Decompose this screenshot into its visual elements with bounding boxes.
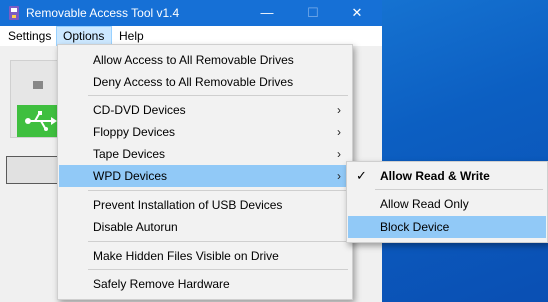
menu-options[interactable]: Options [56, 26, 112, 46]
menu-item-show-hidden-files[interactable]: Make Hidden Files Visible on Drive [59, 245, 351, 267]
menu-item-label: Deny Access to All Removable Drives [93, 75, 294, 89]
menu-item-label: Tape Devices [93, 147, 166, 161]
usb-device-icon [17, 105, 59, 137]
menu-separator [88, 269, 348, 270]
menu-item-prevent-usb-install[interactable]: Prevent Installation of USB Devices [59, 194, 351, 216]
action-button[interactable] [6, 156, 62, 184]
usb-port-icon [33, 81, 43, 89]
menu-item-floppy[interactable]: Floppy Devices › [59, 121, 351, 143]
usb-device-card[interactable] [10, 60, 60, 138]
close-button[interactable]: ✕ [334, 0, 380, 26]
chevron-right-icon: › [337, 169, 341, 183]
menu-item-wpd[interactable]: WPD Devices › [59, 165, 351, 187]
menu-item-label: Floppy Devices [93, 125, 176, 139]
submenu-item-label: Block Device [380, 220, 450, 234]
menu-item-label: Disable Autorun [93, 220, 178, 234]
menu-separator [88, 241, 348, 242]
chevron-right-icon: › [337, 147, 341, 161]
menu-item-label: Allow Access to All Removable Drives [93, 53, 294, 67]
menu-item-label: Prevent Installation of USB Devices [93, 198, 283, 212]
checkmark-icon: ✓ [356, 168, 367, 183]
maximize-button[interactable]: ☐ [290, 0, 336, 26]
minimize-button[interactable]: — [244, 0, 290, 26]
wpd-submenu: ✓ Allow Read & Write Allow Read Only Blo… [346, 161, 548, 243]
menu-settings[interactable]: Settings [2, 26, 57, 46]
submenu-item-allow-read-only[interactable]: Allow Read Only [348, 193, 546, 215]
menu-item-label: Make Hidden Files Visible on Drive [93, 249, 279, 263]
title-bar[interactable]: Removable Access Tool v1.4 — ☐ ✕ [0, 0, 382, 26]
window-title: Removable Access Tool v1.4 [26, 6, 180, 20]
submenu-item-label: Allow Read & Write [380, 169, 490, 183]
menu-item-label: CD-DVD Devices [93, 103, 186, 117]
menu-separator [88, 190, 348, 191]
menu-item-tape[interactable]: Tape Devices › [59, 143, 351, 165]
submenu-item-label: Allow Read Only [380, 197, 469, 211]
menu-bar: Settings Options Help [0, 26, 382, 46]
chevron-right-icon: › [337, 125, 341, 139]
menu-item-allow-all[interactable]: Allow Access to All Removable Drives [59, 49, 351, 71]
menu-help[interactable]: Help [113, 26, 150, 46]
menu-item-disable-autorun[interactable]: Disable Autorun [59, 216, 351, 238]
menu-item-safely-remove[interactable]: Safely Remove Hardware [59, 273, 351, 295]
menu-item-cd-dvd[interactable]: CD-DVD Devices › [59, 99, 351, 121]
options-menu: Allow Access to All Removable Drives Den… [57, 44, 353, 300]
submenu-item-block-device[interactable]: Block Device [348, 216, 546, 238]
menu-item-label: Safely Remove Hardware [93, 277, 230, 291]
app-icon [9, 6, 19, 20]
chevron-right-icon: › [337, 103, 341, 117]
usb-symbol-icon [25, 111, 57, 131]
menu-item-label: WPD Devices [93, 169, 168, 183]
menu-separator [88, 95, 348, 96]
menu-separator [375, 189, 543, 190]
submenu-item-allow-read-write[interactable]: ✓ Allow Read & Write [348, 165, 546, 187]
menu-item-deny-all[interactable]: Deny Access to All Removable Drives [59, 71, 351, 93]
